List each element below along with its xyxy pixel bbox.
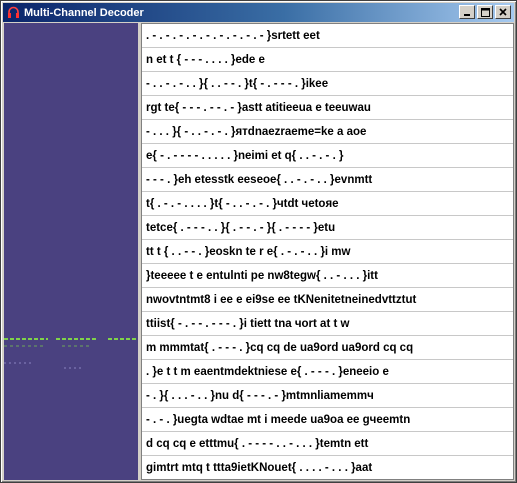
decoded-line[interactable]: . }e t t m eaentmdektniese e{ . - - - . …	[142, 360, 513, 384]
headphones-icon	[6, 6, 20, 20]
close-icon	[499, 8, 507, 16]
decoded-line[interactable]: - . . . }{ - . . - . - . }ятdnaezraeme=k…	[142, 120, 513, 144]
decoded-line[interactable]: - . - . }uegta wdtae mt i meede ua9oa ee…	[142, 408, 513, 432]
decoded-line[interactable]: d cq cq e etttmu{ . - - - - . . - . . . …	[142, 432, 513, 456]
decoded-line[interactable]: gimtrt mtq t ttta9ietKNouet{ . . . . - .…	[142, 456, 513, 479]
decoded-line[interactable]: }teeeee t e entulnti pe nw8tegw{ . . - .…	[142, 264, 513, 288]
minimize-icon	[464, 14, 470, 16]
decoded-text-list[interactable]: . - . - . - . - . - . - . - . - . - }srt…	[141, 23, 514, 480]
decoded-line[interactable]: ttiist{ - . - - . - - - . }i tiett tna ч…	[142, 312, 513, 336]
maximize-button[interactable]	[477, 5, 493, 19]
spectrum-signal-marks	[4, 338, 138, 369]
window-controls	[457, 5, 511, 19]
title-bar[interactable]: Multi-Channel Decoder	[3, 3, 514, 22]
decoded-line[interactable]: . - . - . - . - . - . - . - . - . - }srt…	[142, 24, 513, 48]
decoded-line[interactable]: nwovtntmt8 i ee e ei9se ee tKNenitetnein…	[142, 288, 513, 312]
decoded-line[interactable]: rgt te{ - - - . - - . - }astt atitieeua …	[142, 96, 513, 120]
minimize-button[interactable]	[459, 5, 475, 19]
decoded-line[interactable]: - - - . }eh etesstk eeseoe{ . . - . - . …	[142, 168, 513, 192]
decoded-line[interactable]: - . }{ . . . - . . }nu d{ - - - . - }mtm…	[142, 384, 513, 408]
decoded-line[interactable]: - . . - . - . . }{ . . - - . }t{ - . - -…	[142, 72, 513, 96]
decoded-line[interactable]: t{ . - . - . . . . }t{ - . . - . - . }чt…	[142, 192, 513, 216]
window-title: Multi-Channel Decoder	[24, 6, 144, 19]
maximize-icon	[480, 7, 490, 17]
decoder-window: Multi-Channel Decoder . - . - . - . - . …	[0, 0, 517, 483]
spectrum-waterfall[interactable]	[4, 23, 138, 480]
close-button[interactable]	[495, 5, 511, 19]
decoded-line[interactable]: n et t { - - - . . . . }ede e	[142, 48, 513, 72]
decoded-line[interactable]: e{ - . - - - - . . . . . }neimi et q{ . …	[142, 144, 513, 168]
decoded-line[interactable]: tt t { . . - - . }eoskn te r e{ . - . - …	[142, 240, 513, 264]
decoded-line[interactable]: tetce{ . - - - . . }{ . - - . - }{ . - -…	[142, 216, 513, 240]
decoded-line[interactable]: m mmmtat{ . - - - . }cq cq de ua9ord ua9…	[142, 336, 513, 360]
